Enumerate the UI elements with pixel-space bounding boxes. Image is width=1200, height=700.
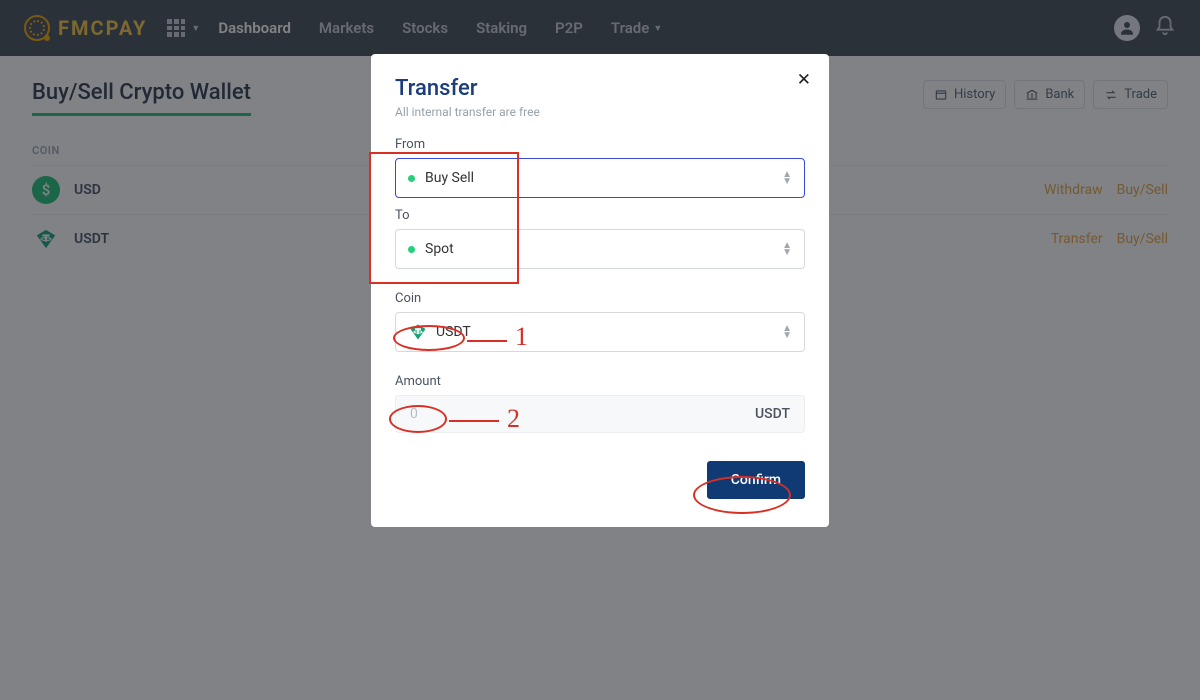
modal-overlay[interactable]: ✕ Transfer All internal transfer are fre… <box>0 0 1200 700</box>
close-icon[interactable]: ✕ <box>797 70 811 90</box>
status-dot-icon <box>408 246 415 253</box>
to-label: To <box>395 208 805 223</box>
select-arrows-icon: ▲▼ <box>782 325 792 339</box>
from-select[interactable]: Buy Sell ▲▼ <box>395 158 805 198</box>
select-arrows-icon: ▲▼ <box>782 242 792 256</box>
coin-select[interactable]: USDT ▲▼ <box>395 312 805 352</box>
status-dot-icon <box>408 175 415 182</box>
to-select[interactable]: Spot ▲▼ <box>395 229 805 269</box>
from-value: Buy Sell <box>425 170 474 186</box>
select-arrows-icon: ▲▼ <box>782 171 792 185</box>
amount-field-wrapper: USDT <box>395 395 805 433</box>
amount-label: Amount <box>395 374 805 389</box>
coin-label: Coin <box>395 291 805 306</box>
amount-unit: USDT <box>755 406 790 422</box>
transfer-modal: ✕ Transfer All internal transfer are fre… <box>371 54 829 527</box>
from-label: From <box>395 137 805 152</box>
coin-value: USDT <box>436 324 471 340</box>
tether-icon <box>408 323 428 341</box>
amount-input[interactable] <box>410 406 755 422</box>
modal-title: Transfer <box>395 76 805 101</box>
confirm-button[interactable]: Confirm <box>707 461 805 499</box>
modal-subtitle: All internal transfer are free <box>395 105 805 119</box>
to-value: Spot <box>425 241 454 257</box>
